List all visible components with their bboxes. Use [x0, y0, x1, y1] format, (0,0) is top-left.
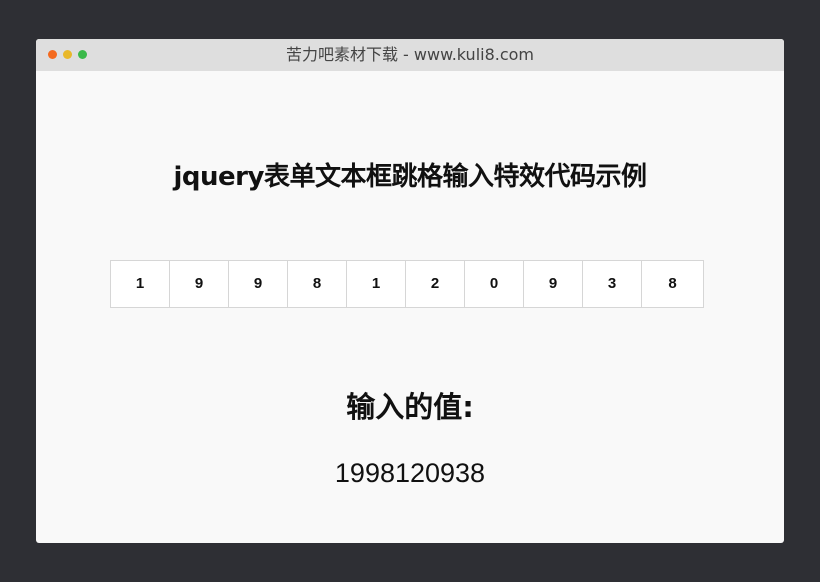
entered-value: 1998120938: [334, 458, 486, 488]
value-label: 输入的值:: [346, 390, 474, 424]
digit-input-6[interactable]: 2: [406, 261, 465, 307]
digit-input-1[interactable]: 1: [111, 261, 170, 307]
page-title: jquery表单文本框跳格输入特效代码示例: [173, 162, 647, 192]
digit-input-7[interactable]: 0: [465, 261, 524, 307]
title-bar: 苦力吧素材下载 - www.kuli8.com: [36, 39, 784, 71]
digit-input-9[interactable]: 3: [583, 261, 642, 307]
window-title: 苦力吧素材下载 - www.kuli8.com: [285, 45, 535, 64]
digit-input-4[interactable]: 8: [288, 261, 347, 307]
digit-input-5[interactable]: 1: [347, 261, 406, 307]
digit-input-10[interactable]: 8: [642, 261, 703, 307]
browser-window: 苦力吧素材下载 - www.kuli8.com jquery表单文本框跳格输入特…: [36, 39, 784, 543]
digit-input-group: 1 9 9 8 1 2 0 9 3 8: [110, 260, 704, 308]
digit-input-3[interactable]: 9: [229, 261, 288, 307]
digit-input-8[interactable]: 9: [524, 261, 583, 307]
digit-input-2[interactable]: 9: [170, 261, 229, 307]
